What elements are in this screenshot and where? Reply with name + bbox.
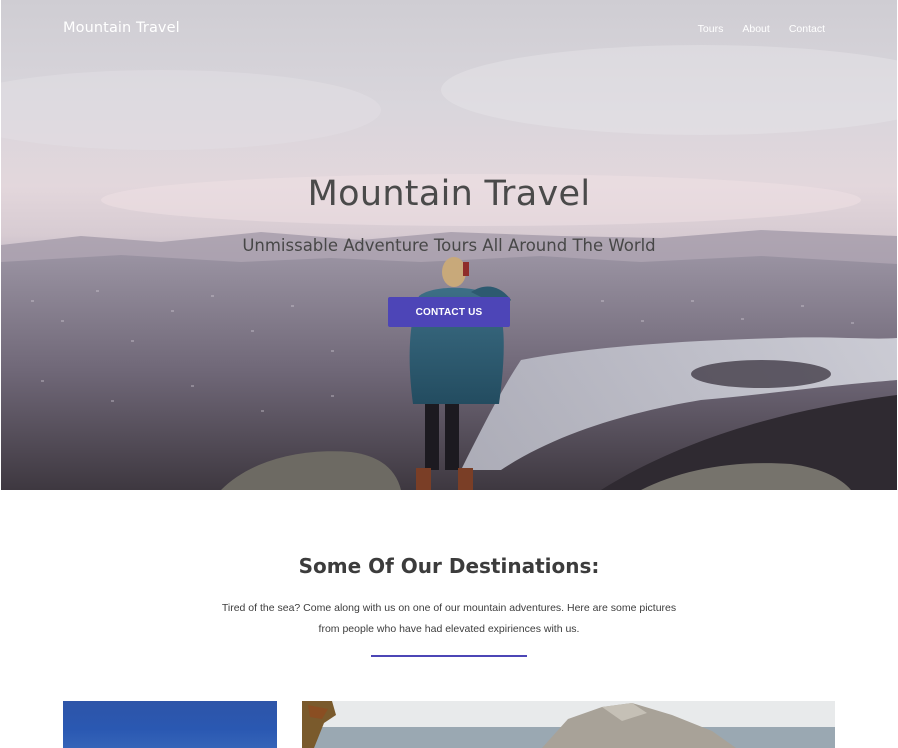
- hero-title: Mountain Travel: [307, 174, 591, 214]
- nav-link-tours[interactable]: Tours: [698, 23, 724, 35]
- nav-link-contact[interactable]: Contact: [789, 23, 825, 35]
- nav-brand-logo[interactable]: Mountain Travel: [63, 20, 180, 36]
- section-divider: [371, 655, 527, 657]
- destination-image-coast[interactable]: [302, 701, 835, 748]
- nav-link-about[interactable]: About: [742, 23, 769, 35]
- destination-image-sky[interactable]: [63, 701, 277, 748]
- top-navigation: Tours About Contact: [698, 23, 825, 35]
- destinations-heading: Some Of Our Destinations:: [298, 554, 600, 578]
- hero-section: Mountain Travel Tours About Contact Moun…: [1, 0, 897, 490]
- destinations-description: Tired of the sea? Come along with us on …: [221, 602, 677, 635]
- hero-subtitle: Unmissable Adventure Tours All Around Th…: [242, 236, 656, 255]
- contact-us-button[interactable]: CONTACT US: [388, 297, 510, 327]
